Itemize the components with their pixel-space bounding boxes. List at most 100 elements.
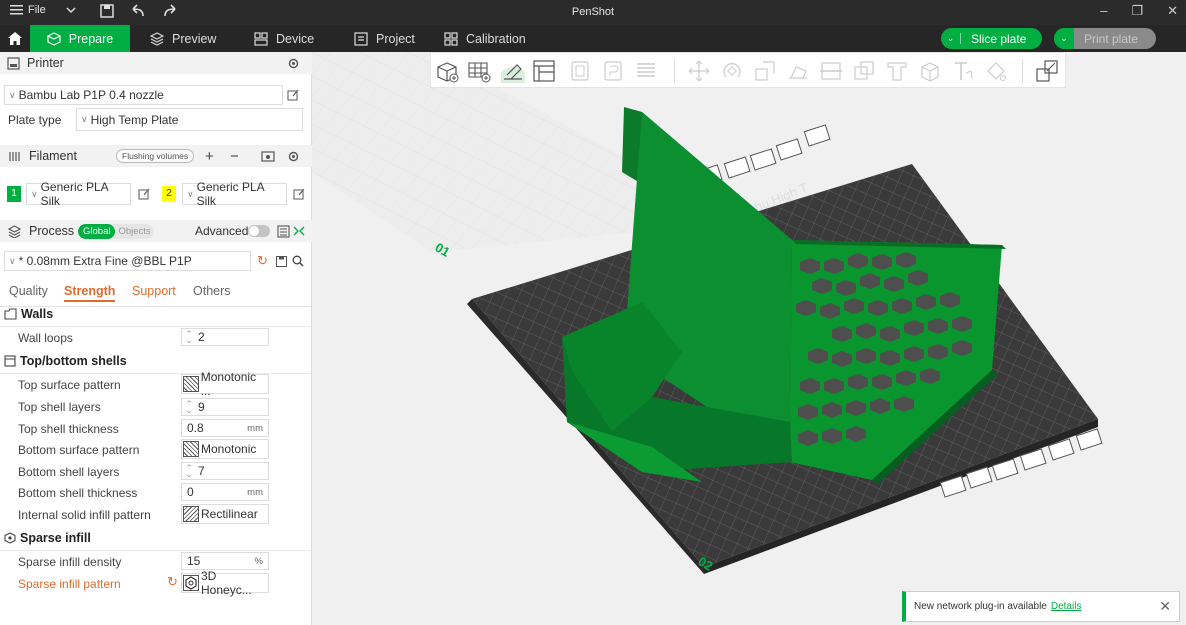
stepper-icon[interactable]: ⌃ ⌄	[182, 400, 196, 415]
top-surface-pattern-value: Monotonic ...	[200, 370, 257, 398]
dropdown-arrow-icon[interactable]: ⌄	[941, 33, 961, 44]
tab-calibration[interactable]: Calibration	[444, 25, 526, 52]
calibration-icon	[444, 31, 458, 46]
cube-icon	[46, 31, 61, 46]
tab-support[interactable]: Support	[132, 284, 176, 298]
notification-details-link[interactable]: Details	[1051, 601, 1082, 612]
maximize-icon[interactable]: ❐	[1131, 3, 1143, 19]
add-object-icon[interactable]	[435, 59, 459, 83]
tab-strength[interactable]: Strength	[64, 284, 116, 302]
bottom-shell-thickness-field[interactable]: 0 mm	[181, 483, 269, 501]
printer-select[interactable]: ∨ Bambu Lab P1P 0.4 nozzle	[4, 85, 283, 105]
process-compare-icon[interactable]	[293, 225, 305, 237]
flushing-volumes-button[interactable]: Flushing volumes	[116, 149, 195, 163]
filament-slot-1-badge: 1	[7, 186, 21, 202]
support-paint-icon[interactable]	[885, 59, 909, 83]
build-plate-scene[interactable]: Bambu High T 01 02	[312, 52, 1186, 625]
sparse-infill-icon	[4, 532, 16, 544]
toggle-objects[interactable]: Objects	[115, 224, 153, 239]
lay-on-face-icon[interactable]	[786, 59, 810, 83]
top-shell-layers-field[interactable]: ⌃ ⌄ 9	[181, 398, 269, 416]
bottom-surface-pattern-select[interactable]: Monotonic	[181, 439, 269, 459]
chevron-down-icon: ∨	[31, 188, 38, 199]
rotate-icon[interactable]	[720, 59, 744, 83]
filament-sync-icon[interactable]	[261, 150, 275, 163]
color-paint-icon[interactable]	[984, 59, 1008, 83]
sparse-infill-pattern-select[interactable]: 3D Honeyc...	[181, 569, 269, 597]
monotonic-pattern-icon	[183, 441, 199, 457]
sparse-infill-density-unit: %	[254, 555, 263, 567]
3d-viewport[interactable]: Bambu High T 01 02	[312, 52, 1186, 625]
tab-prepare[interactable]: Prepare	[30, 25, 130, 52]
minimize-icon[interactable]: –	[1100, 3, 1107, 19]
bottom-shell-layers-field[interactable]: ⌃ ⌄ 7	[181, 462, 269, 480]
top-surface-pattern-select[interactable]: Monotonic ...	[181, 370, 269, 398]
variable-layer-icon[interactable]	[634, 59, 658, 83]
add-plate-icon[interactable]	[467, 59, 491, 83]
top-shell-thickness-unit: mm	[247, 422, 263, 434]
close-icon[interactable]: ✕	[1167, 3, 1178, 19]
split-parts-icon[interactable]	[601, 59, 625, 83]
reset-profile-icon[interactable]: ↻	[257, 253, 268, 269]
tab-device-label: Device	[276, 31, 315, 46]
filament-settings-gear-icon[interactable]	[287, 150, 300, 163]
split-objects-icon[interactable]	[568, 59, 592, 83]
settings-panel: Printer ∨ Bambu Lab P1P 0.4 nozzle Plate…	[0, 52, 312, 625]
tab-calibration-label: Calibration	[466, 31, 526, 46]
tab-others[interactable]: Others	[193, 284, 231, 298]
advanced-switch[interactable]	[248, 225, 270, 237]
walls-divider	[0, 326, 312, 327]
search-icon[interactable]	[292, 255, 304, 267]
seam-paint-icon[interactable]	[918, 59, 942, 83]
filament-section-header: Filament Flushing volumes + −	[0, 145, 312, 167]
dropdown-arrow-icon[interactable]: ⌄	[1054, 28, 1074, 49]
global-objects-toggle[interactable]: Global Objects	[78, 223, 154, 239]
add-filament-icon[interactable]: +	[205, 148, 214, 165]
print-plate-button[interactable]: ⌄ Print plate	[1054, 28, 1156, 49]
top-shell-thickness-field[interactable]: 0.8 mm	[181, 419, 269, 437]
internal-solid-infill-pattern-value: Rectilinear	[201, 507, 258, 521]
stepper-icon[interactable]: ⌃ ⌄	[182, 330, 196, 345]
filament-slot-2-name: Generic PLA Silk	[196, 180, 264, 208]
top-shell-layers-value: 9	[198, 400, 205, 414]
close-notification-icon[interactable]: ✕	[1159, 598, 1171, 615]
tab-preview[interactable]: Preview	[150, 25, 216, 52]
home-button[interactable]	[0, 25, 30, 52]
text-tool-icon[interactable]	[951, 59, 975, 83]
arrange-icon[interactable]	[532, 59, 556, 83]
save-profile-icon[interactable]	[276, 256, 287, 267]
wall-loops-field[interactable]: ⌃ ⌄ 2	[181, 328, 269, 346]
filament-slot-1-select[interactable]: ∨ Generic PLA Silk	[26, 180, 131, 208]
internal-solid-infill-pattern-select[interactable]: Rectilinear	[181, 504, 269, 524]
tab-device[interactable]: Device	[254, 25, 314, 52]
plate-type-select[interactable]: ∨ High Temp Plate	[76, 108, 303, 131]
toggle-global[interactable]: Global	[78, 223, 116, 239]
shells-title: Top/bottom shells	[20, 354, 127, 368]
edit-filament-1-icon[interactable]	[138, 188, 150, 200]
tab-preview-label: Preview	[172, 31, 217, 46]
edit-printer-icon[interactable]	[287, 89, 299, 101]
bottom-shell-thickness-value: 0	[187, 485, 194, 499]
scale-icon[interactable]	[753, 59, 777, 83]
bottom-shell-thickness-unit: mm	[247, 486, 263, 498]
process-list-icon[interactable]	[277, 224, 290, 238]
auto-orient-icon[interactable]	[501, 59, 525, 83]
slice-plate-button[interactable]: ⌄ Slice plate	[941, 28, 1042, 49]
reset-sparse-pattern-icon[interactable]: ↻	[167, 574, 178, 590]
tab-quality[interactable]: Quality	[9, 284, 48, 298]
sparse-infill-density-field[interactable]: 15 %	[181, 552, 269, 570]
cut-icon[interactable]	[819, 59, 843, 83]
process-profile-select[interactable]: ∨ * 0.08mm Extra Fine @BBL P1P	[4, 251, 251, 271]
phone-stand-model[interactable]	[562, 107, 1006, 484]
top-surface-pattern-label: Top surface pattern	[18, 378, 121, 392]
filament-slot-2-select[interactable]: ∨ Generic PLA Silk	[182, 180, 287, 208]
edit-filament-2-icon[interactable]	[293, 188, 305, 200]
remove-filament-icon[interactable]: −	[230, 148, 239, 165]
assembly-view-icon[interactable]	[1035, 59, 1059, 83]
stepper-icon[interactable]: ⌃ ⌄	[182, 464, 196, 479]
plate-type-value: High Temp Plate	[90, 112, 179, 127]
printer-settings-gear-icon[interactable]	[287, 57, 300, 70]
move-icon[interactable]	[687, 59, 711, 83]
boolean-icon[interactable]	[852, 59, 876, 83]
tab-project[interactable]: Project	[354, 25, 415, 52]
